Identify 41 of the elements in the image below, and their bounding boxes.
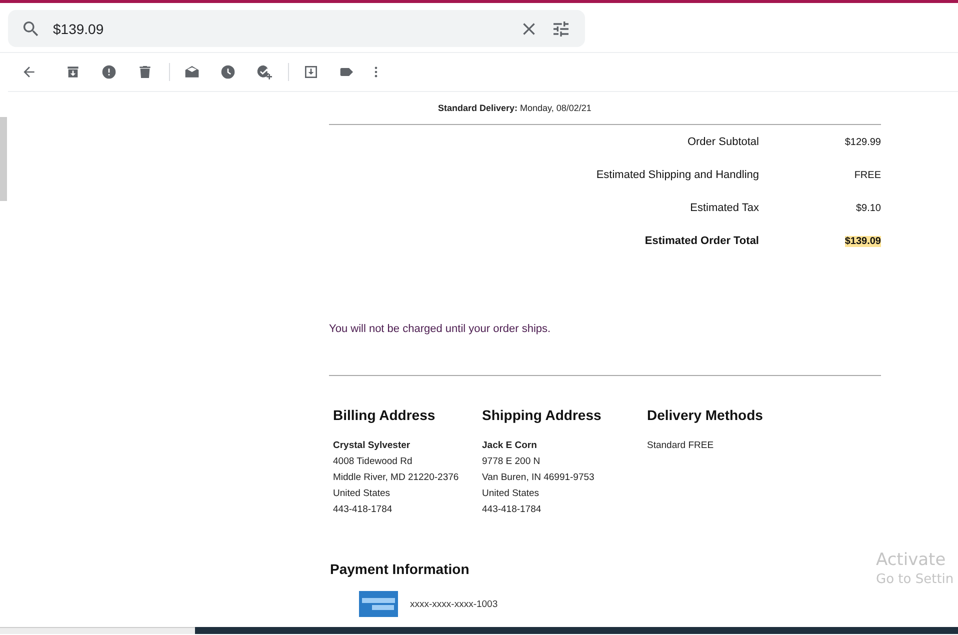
address-line: United States (482, 487, 540, 501)
search-icon[interactable] (21, 18, 41, 38)
add-task-icon[interactable] (256, 64, 272, 80)
section-heading: Billing Address (333, 407, 436, 423)
scrollbar-thumb[interactable] (0, 117, 7, 201)
filter-sliders-icon[interactable] (551, 18, 571, 38)
section-heading: Delivery Methods (647, 407, 764, 423)
card-logo-icon (359, 591, 398, 617)
notice-text: You will not be charged until your order ships. (329, 323, 552, 335)
address-line: United States (333, 487, 392, 501)
address-name: Crystal Sylvester (333, 439, 412, 453)
card-number: xxxx-xxxx-xxxx-1003 (410, 598, 498, 610)
total-value: $9.10 (856, 202, 881, 214)
total-label: Estimated Shipping and Handling (595, 168, 759, 180)
total-value: FREE (854, 170, 881, 180)
activation-notice-title: Activate (876, 550, 947, 570)
activation-notice-subtitle: Go to Settin (876, 572, 954, 587)
total-label: Order Subtotal (686, 136, 759, 148)
address-line: 443-418-1784 (482, 503, 542, 517)
move-to-inbox-icon[interactable] (303, 64, 319, 80)
clock-icon[interactable] (220, 64, 236, 80)
address-line: Standard FREE (647, 439, 715, 453)
address-line: Middle River, MD 21220-2376 (333, 471, 460, 485)
report-spam-icon[interactable] (101, 64, 117, 80)
delivery-date-text: Standard Delivery: Monday, 08/02/21 (437, 102, 592, 115)
address-line: 443-418-1784 (333, 503, 394, 517)
search-field[interactable]: $139.09 (8, 10, 585, 47)
total-value: $129.99 (844, 136, 881, 148)
address-name: Jack E Corn (482, 439, 538, 453)
total-label: Estimated Tax (689, 202, 759, 214)
mark-unread-icon[interactable] (184, 64, 200, 80)
section-heading: Shipping Address (482, 407, 602, 423)
address-line: 4008 Tidewood Rd (333, 455, 414, 469)
address-line: Van Buren, IN 46991-9753 (482, 471, 596, 485)
back-arrow-icon[interactable] (21, 64, 37, 80)
trash-icon[interactable] (137, 64, 153, 80)
section-heading: Payment Information (330, 561, 470, 577)
address-line: 9778 E 200 N (482, 455, 542, 469)
archive-icon[interactable] (65, 64, 81, 80)
total-value: $139.09 (844, 236, 881, 246)
total-label: Estimated Order Total (644, 234, 759, 246)
